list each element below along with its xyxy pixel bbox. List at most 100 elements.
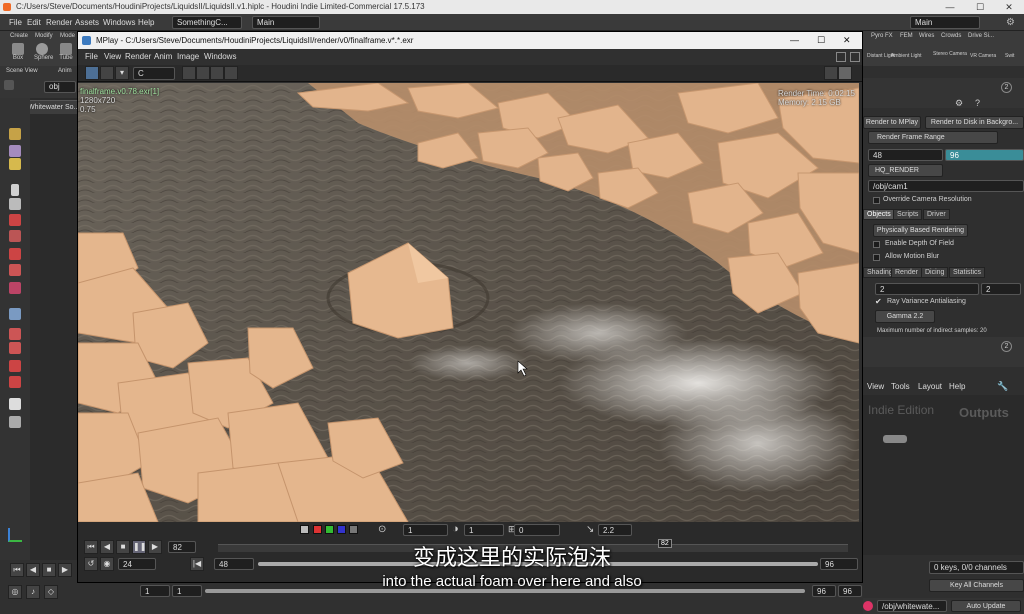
shelf-tab-modify[interactable]: Modify	[35, 32, 53, 41]
pbr-select[interactable]: Physically Based Rendering	[873, 224, 968, 237]
render-frame-range-select[interactable]: Render Frame Range	[868, 131, 998, 144]
mplay-dock-icon[interactable]	[850, 52, 860, 62]
mplay-menu-view[interactable]: View	[104, 50, 121, 63]
network-node[interactable]	[883, 435, 907, 443]
pixel-samples-y-field[interactable]: 2	[981, 283, 1021, 295]
move-icon[interactable]	[9, 230, 21, 242]
tube-tool[interactable]: Tube	[58, 43, 74, 65]
brush-icon[interactable]	[9, 328, 21, 340]
frame-start-field[interactable]: 48	[868, 149, 943, 161]
shelf-tab-pyrofx[interactable]: Pyro FX	[871, 32, 893, 41]
wrench-icon[interactable]: 🔧	[997, 381, 1008, 392]
lut-field[interactable]: 0	[514, 524, 560, 536]
network-menu-view[interactable]: View	[867, 380, 884, 393]
tab-render[interactable]: Render	[891, 267, 922, 278]
gear-icon[interactable]: ⚙	[955, 98, 963, 109]
paint-icon[interactable]	[9, 342, 21, 354]
display-icon[interactable]	[9, 308, 21, 320]
status-alert-icon[interactable]	[863, 601, 873, 611]
vr-camera-tool[interactable]: VR Camera	[970, 53, 996, 59]
tab-statistics[interactable]: Statistics	[949, 267, 986, 278]
gamma-contrast-icon[interactable]: ◑	[452, 523, 459, 535]
mplay-view-mode-icon[interactable]	[85, 66, 99, 80]
menu-file[interactable]: File	[9, 16, 22, 29]
menu-render[interactable]: Render	[46, 16, 72, 29]
shelf-tab-create[interactable]: Create	[10, 32, 28, 41]
exposure-field[interactable]: 1	[403, 524, 448, 536]
tab-driver[interactable]: Driver	[923, 209, 950, 220]
scene-path-field[interactable]: obj	[44, 81, 76, 93]
render-node-select[interactable]: HQ_RENDER	[868, 164, 943, 177]
mplay-menu-render[interactable]: Render	[125, 50, 151, 63]
select-icon[interactable]	[9, 128, 21, 140]
tab-scripts[interactable]: Scripts	[893, 209, 923, 220]
snap-icon[interactable]	[9, 282, 21, 294]
ambient-light-tool[interactable]: Ambient Light	[891, 53, 922, 59]
channel-alpha-swatch[interactable]	[349, 525, 358, 534]
gamma-value-field[interactable]: 1	[464, 524, 504, 536]
view-icon[interactable]	[9, 145, 21, 157]
pane-number-icon-2[interactable]: 2	[1001, 341, 1012, 352]
pointer-icon[interactable]	[11, 184, 19, 196]
close-button[interactable]: ✕	[994, 0, 1024, 14]
mplay-compare-icon[interactable]	[100, 66, 114, 80]
channel-blue-swatch[interactable]	[337, 525, 346, 534]
network-canvas[interactable]: Indie Edition Outputs	[863, 395, 1024, 555]
gear-icon[interactable]: ⚙	[1006, 17, 1015, 28]
depth-of-field-checkbox[interactable]	[873, 241, 880, 248]
help-icon[interactable]: ?	[975, 98, 980, 108]
menu-assets[interactable]: Assets	[75, 16, 99, 29]
shelf-tab-crowds[interactable]: Crowds	[941, 32, 961, 41]
shelf-tab-fem[interactable]: FEM	[900, 32, 913, 41]
back-icon[interactable]	[4, 80, 14, 90]
scale-icon[interactable]	[9, 264, 21, 276]
mplay-pan-icon[interactable]	[196, 66, 210, 80]
mplay-float-icon[interactable]	[836, 52, 846, 62]
mplay-menu-file[interactable]: File	[85, 50, 98, 63]
pose-icon[interactable]	[9, 214, 21, 226]
channel-rgb-swatch[interactable]	[300, 525, 309, 534]
lock-icon[interactable]	[9, 198, 21, 210]
handle-icon[interactable]	[9, 158, 21, 170]
network-menu-help[interactable]: Help	[949, 380, 965, 393]
box-tool[interactable]: Box	[10, 43, 26, 65]
mplay-zoom-icon[interactable]	[182, 66, 196, 80]
mplay-menu-anim[interactable]: Anim	[154, 50, 172, 63]
mplay-menu-image[interactable]: Image	[177, 50, 199, 63]
camera-path-field[interactable]: /obj/cam1	[868, 180, 1024, 192]
render-to-mplay-button[interactable]: Render to MPlay	[863, 116, 921, 129]
switcher-tool[interactable]: Swit	[1005, 53, 1014, 59]
menu-edit[interactable]: Edit	[27, 16, 41, 29]
stereo-camera-tool[interactable]: Stereo Camera	[933, 51, 967, 57]
grid-icon[interactable]	[9, 398, 21, 410]
network-tab-main[interactable]: Main	[252, 16, 320, 29]
desktop-right-selector[interactable]: Main	[910, 16, 980, 29]
sphere-tool[interactable]: Sphere	[34, 43, 53, 65]
maximize-button[interactable]: ☐	[965, 0, 995, 14]
transform-icon[interactable]	[9, 376, 21, 388]
channel-red-swatch[interactable]	[313, 525, 322, 534]
motion-blur-checkbox[interactable]	[873, 254, 880, 261]
mplay-snapshot-icon[interactable]	[224, 66, 238, 80]
pixel-samples-x-field[interactable]: 2	[875, 283, 979, 295]
current-node-path[interactable]: /obj/whitewate...	[877, 600, 947, 612]
mplay-menu-windows[interactable]: Windows	[204, 50, 236, 63]
shelf-tab-model[interactable]: Mode	[60, 32, 75, 41]
mplay-home-icon[interactable]	[210, 66, 224, 80]
mplay-close-button[interactable]: ✕	[843, 32, 851, 49]
ray-variance-check-icon[interactable]: ✔	[875, 297, 882, 306]
minimize-button[interactable]: —	[935, 0, 965, 14]
mplay-maximize-button[interactable]: ☐	[817, 32, 825, 49]
mplay-dropdown-icon[interactable]: ▾	[115, 66, 129, 80]
tab-anim[interactable]: Anim	[58, 68, 72, 74]
exposure-icon[interactable]: ⊙	[378, 524, 386, 535]
rotate-icon[interactable]	[9, 248, 21, 260]
mplay-layout-2-icon[interactable]	[838, 66, 852, 80]
network-menu-layout[interactable]: Layout	[918, 380, 942, 393]
tab-dicing[interactable]: Dicing	[921, 267, 949, 278]
magnet-icon[interactable]	[9, 360, 21, 372]
mplay-layout-1-icon[interactable]	[824, 66, 838, 80]
menu-help[interactable]: Help	[138, 16, 154, 29]
menu-windows[interactable]: Windows	[103, 16, 135, 29]
tab-objects[interactable]: Objects	[863, 209, 895, 220]
